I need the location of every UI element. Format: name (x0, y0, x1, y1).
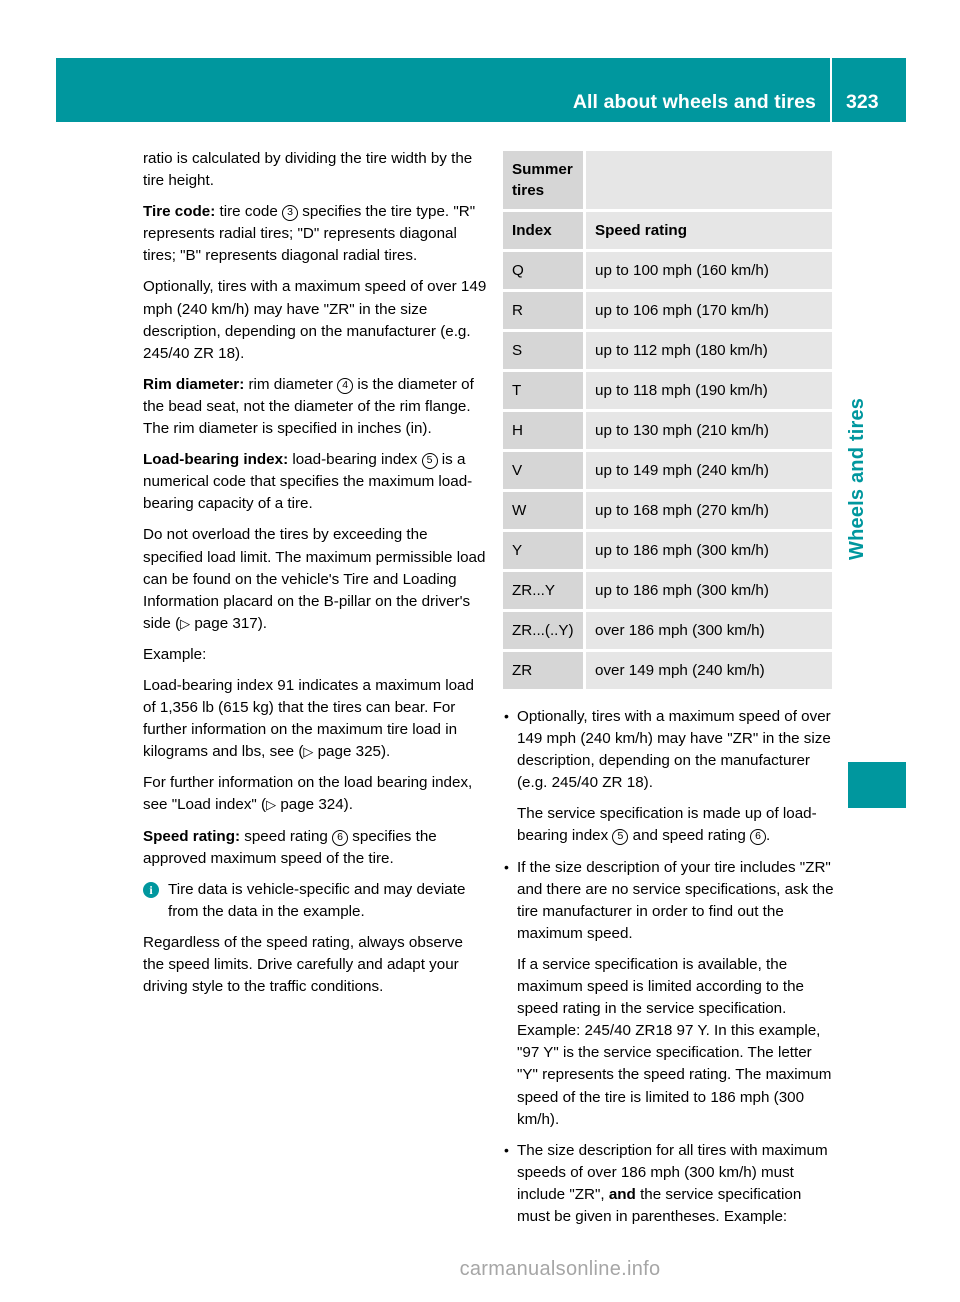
table-header-index: Index (503, 212, 586, 249)
table-row: Y up to 186 mph (300 km/h) (503, 532, 832, 569)
table-cell-index: Y (503, 532, 586, 569)
table-cell-speed: up to 112 mph (180 km/h) (586, 332, 832, 369)
table-cell-index: Q (503, 252, 586, 289)
paragraph-aspect-ratio: ratio is calculated by dividing the tire… (143, 150, 473, 190)
b1p2-text-c: . (766, 827, 771, 845)
load-bearing-text-a: load-bearing index (288, 451, 422, 469)
table-cell-speed: up to 168 mph (270 km/h) (586, 492, 832, 529)
paragraph-example-body: Load-bearing index 91 indicates a maximu… (143, 675, 488, 763)
table-row-header: Index Speed rating (503, 212, 832, 249)
table-row: ZR...Y up to 186 mph (300 km/h) (503, 572, 832, 609)
list-item: If the size description of your tire inc… (503, 856, 836, 1131)
table-cell-index: ZR (503, 652, 586, 689)
rim-diameter-label: Rim diameter: (143, 375, 245, 393)
page-header-bar: All about wheels and tires 323 (56, 58, 906, 122)
page-reference-arrow-icon[interactable]: ▷ (303, 741, 313, 763)
overload-page-ref[interactable]: page 317). (190, 615, 267, 632)
bullet3-paragraph1: The size description for all tires with … (517, 1140, 836, 1228)
table-cell-index: S (503, 332, 586, 369)
table-cell-speed: up to 149 mph (240 km/h) (586, 452, 832, 489)
section-side-label: Wheels and tires (846, 397, 868, 560)
table-cell-index: V (503, 452, 586, 489)
page-title: All about wheels and tires (572, 91, 816, 113)
paragraph-do-not-overload: Do not overload the tires by exceeding t… (143, 524, 488, 634)
paragraph-optional-zr: Optionally, tires with a maximum speed o… (143, 278, 487, 362)
table-title-cell: Summer tires (503, 151, 586, 209)
b1p2-text-b: and speed rating (628, 827, 751, 845)
page-reference-arrow-icon[interactable]: ▷ (266, 794, 276, 816)
table-cell-speed: up to 130 mph (210 km/h) (586, 412, 832, 449)
table-title-blank-cell (586, 151, 832, 209)
info-icon: i (143, 881, 159, 898)
bullet1-paragraph1: Optionally, tires with a maximum speed o… (517, 708, 831, 792)
speed-rating-table: Summer tires Index Speed rating Q up to … (503, 148, 832, 692)
bullet2-paragraph2: If a service specification is available,… (517, 955, 832, 1128)
page-reference-arrow-icon[interactable]: ▷ (180, 613, 190, 635)
reference-circle-6-icon: 6 (750, 829, 767, 846)
table-cell-index: R (503, 292, 586, 329)
table-row: W up to 168 mph (270 km/h) (503, 492, 832, 529)
page-number: 323 (846, 91, 879, 113)
table-cell-speed: up to 186 mph (300 km/h) (586, 532, 832, 569)
table-cell-speed: over 186 mph (300 km/h) (586, 612, 832, 649)
paragraph-speed-rating: Speed rating: speed rating 6 specifies t… (143, 826, 488, 870)
list-item: The size description for all tires with … (503, 1139, 836, 1228)
paragraph-load-bearing-index: Load-bearing index: load-bearing index 5… (143, 449, 488, 515)
paragraph-tire-code: Tire code: tire code 3 specifies the tir… (143, 201, 488, 267)
left-text-column: ratio is calculated by dividing the tire… (143, 148, 488, 1007)
info-note: i Tire data is vehicle-specific and may … (143, 879, 488, 923)
reference-circle-4-icon: 4 (337, 377, 354, 394)
table-row: Q up to 100 mph (160 km/h) (503, 252, 832, 289)
section-side-tab-marker (848, 762, 906, 808)
speed-rating-label: Speed rating: (143, 827, 241, 845)
list-item: Optionally, tires with a maximum speed o… (503, 705, 836, 848)
table-row: S up to 112 mph (180 km/h) (503, 332, 832, 369)
table-cell-speed: up to 118 mph (190 km/h) (586, 372, 832, 409)
reference-circle-6-icon: 6 (332, 829, 349, 846)
table-row: ZR...(..Y) over 186 mph (300 km/h) (503, 612, 832, 649)
table-row: H up to 130 mph (210 km/h) (503, 412, 832, 449)
table-row-title: Summer tires (503, 151, 832, 209)
paragraph-load-index-link: For further information on the load bear… (143, 772, 488, 816)
speed-rating-text-a: speed rating (240, 827, 333, 845)
table-cell-index: ZR...(..Y) (503, 612, 586, 649)
table-cell-index: W (503, 492, 586, 529)
paragraph-example-label: Example: (143, 645, 207, 663)
table-header-speed-rating: Speed rating (586, 212, 832, 249)
reference-circle-5-icon: 5 (421, 453, 438, 470)
table-cell-index: H (503, 412, 586, 449)
example-page-ref[interactable]: page 325). (313, 743, 391, 760)
right-content-column: Summer tires Index Speed rating Q up to … (503, 148, 836, 1237)
paragraph-rim-diameter: Rim diameter: rim diameter 4 is the diam… (143, 374, 488, 440)
info-note-text: Tire data is vehicle-specific and may de… (168, 880, 466, 920)
bullet2-paragraph1: If the size description of your tire inc… (517, 858, 834, 942)
load-bearing-index-label: Load-bearing index: (143, 451, 289, 469)
table-cell-index: ZR...Y (503, 572, 586, 609)
footer-watermark: carmanualsonline.info (459, 1258, 661, 1280)
bullet1-paragraph2: The service specification is made up of … (517, 803, 836, 847)
table-row: V up to 149 mph (240 km/h) (503, 452, 832, 489)
reference-circle-3-icon: 3 (282, 205, 299, 222)
reference-circle-5-icon: 5 (612, 829, 629, 846)
rim-diameter-text-a: rim diameter (244, 375, 338, 393)
table-cell-speed: up to 100 mph (160 km/h) (586, 252, 832, 289)
table-cell-speed: over 149 mph (240 km/h) (586, 652, 832, 689)
load-index-page-ref[interactable]: page 324). (276, 796, 353, 813)
notes-bullet-list: Optionally, tires with a maximum speed o… (503, 705, 836, 1228)
table-row: T up to 118 mph (190 km/h) (503, 372, 832, 409)
tire-code-label: Tire code: (143, 203, 216, 221)
table-row: R up to 106 mph (170 km/h) (503, 292, 832, 329)
table-cell-speed: up to 106 mph (170 km/h) (586, 292, 832, 329)
table-row: ZR over 149 mph (240 km/h) (503, 652, 832, 689)
table-cell-index: T (503, 372, 586, 409)
paragraph-speed-limits: Regardless of the speed rating, always o… (143, 933, 463, 996)
b3-text-bold: and (608, 1185, 636, 1203)
table-cell-speed: up to 186 mph (300 km/h) (586, 572, 832, 609)
tire-code-text-a: tire code (215, 203, 283, 221)
